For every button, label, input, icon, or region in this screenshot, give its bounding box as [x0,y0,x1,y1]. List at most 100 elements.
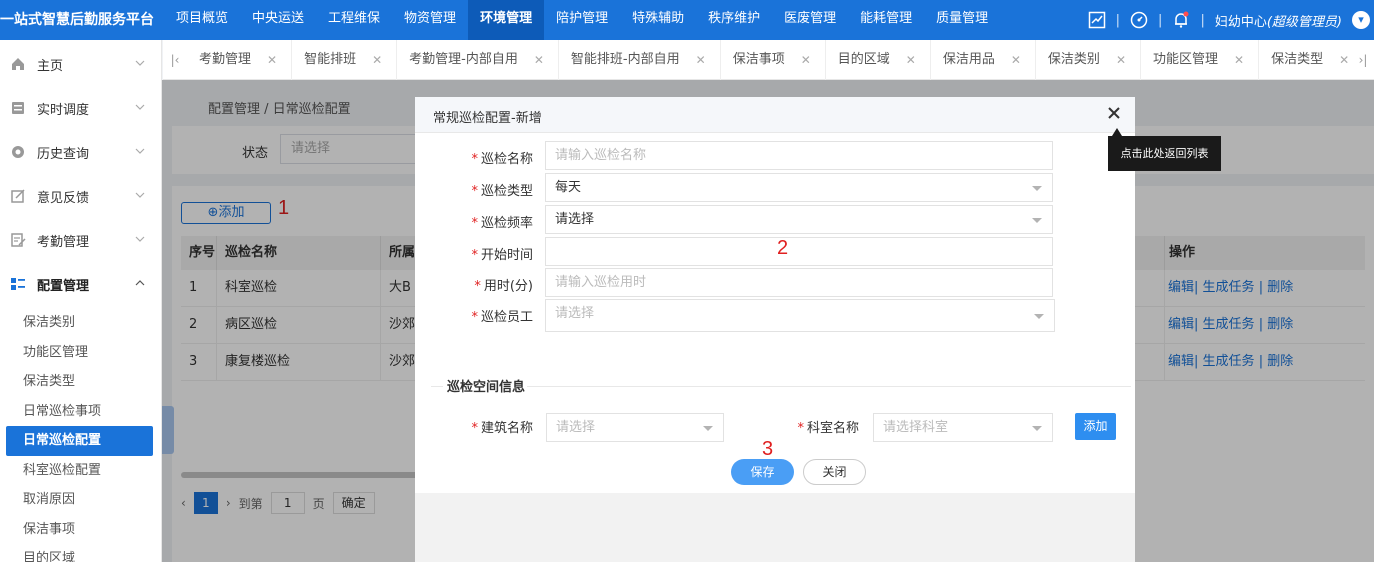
tab-functional-area[interactable]: 功能区管理 ✕ [1141,40,1260,80]
duration-input[interactable]: 请输入巡检用时 [545,268,1053,297]
tab-cleaning-supplies[interactable]: 保洁用品 ✕ [931,40,1036,80]
tab-smart-schedule[interactable]: 智能排班 ✕ [292,40,398,80]
dropdown-arrow-icon [1034,314,1044,319]
sidebar-item-home[interactable]: 主页 [0,42,161,86]
sidebar-item-feedback[interactable]: 意见反馈 [0,174,161,218]
close-icon[interactable]: ✕ [801,40,811,80]
dialog-title: 常规巡检配置-新增 [433,111,542,126]
sidebar-subitem-cleaning-items[interactable]: 保洁事项 [0,515,161,545]
start-time-input[interactable] [545,237,1053,266]
tab-label: 保洁用品 [942,52,995,67]
tab-attendance[interactable]: 考勤管理 ✕ [187,40,293,80]
sidebar-subitem-functional-area[interactable]: 功能区管理 [0,338,161,368]
chevron-down-icon[interactable]: ▾ [1352,11,1370,29]
nav-item-energy[interactable]: 能耗管理 [848,0,924,40]
user-org: 妇幼中心 [1214,14,1267,30]
nav-item-environment[interactable]: 环境管理 [468,0,545,40]
required-mark: * [471,184,478,199]
close-icon[interactable]: ✕ [372,40,382,80]
nav-item-transport[interactable]: 中央运送 [240,0,316,40]
divider: | [1115,12,1121,28]
close-icon[interactable]: ✕ [696,40,706,80]
tab-cleaning-type[interactable]: 保洁类型 ✕ [1259,40,1352,80]
back-to-list-tooltip: 点击此处返回列表 [1108,136,1221,171]
sidebar-item-label: 意见反馈 [37,190,90,206]
sidebar-item-label: 配置管理 [37,278,90,294]
sidebar-item-attendance[interactable]: 考勤管理 [0,218,161,262]
dept-select[interactable]: 请选择科室 [873,413,1053,442]
close-icon[interactable]: ✕ [534,40,544,80]
section-title-space-info: 巡检空间信息 [447,380,526,395]
close-icon[interactable] [1107,106,1121,120]
select-placeholder: 请选择 [555,306,595,321]
tab-cleaning-items[interactable]: 保洁事项 ✕ [721,40,826,80]
sidebar-item-label: 历史查询 [37,146,90,162]
history-icon [12,146,24,158]
select-placeholder: 请选择 [556,420,596,435]
sidebar-item-label: 考勤管理 [37,234,90,250]
dept-label: * 科室名称 [741,417,859,436]
nav-item-order[interactable]: 秩序维护 [696,0,772,40]
sidebar-subitem-cleaning-type[interactable]: 保洁类型 [0,367,161,397]
chevron-up-icon [135,280,145,286]
building-select[interactable]: 请选择 [546,413,724,442]
chart-icon[interactable] [1088,11,1106,29]
feedback-icon [11,189,25,203]
sidebar-item-label: 主页 [37,58,64,74]
tab-attendance-internal[interactable]: 考勤管理-内部自用 ✕ [397,40,559,80]
tab-target-area[interactable]: 目的区域 ✕ [826,40,931,80]
inspection-frequency-select[interactable]: 请选择 [545,205,1053,234]
add-space-button[interactable]: 添加 [1075,413,1116,440]
tab-scroll-right-icon[interactable]: ›| [1352,40,1374,80]
label-text: 科室名称 [806,421,859,436]
close-icon[interactable]: ✕ [906,40,916,80]
close-icon[interactable]: ✕ [1234,40,1244,80]
tab-scroll-left-icon[interactable]: |‹ [163,40,187,80]
tab-cleaning-category[interactable]: 保洁类别 ✕ [1036,40,1141,80]
nav-item-medical-waste[interactable]: 医废管理 [772,0,848,40]
nav-item-quality[interactable]: 质量管理 [924,0,1000,40]
sidebar-subitem-cleaning-category[interactable]: 保洁类别 [0,308,161,338]
inspection-type-select[interactable]: 每天 [545,173,1053,202]
sidebar-subitem-cancel-reason[interactable]: 取消原因 [0,485,161,515]
dispatch-icon [12,102,24,114]
nav-item-overview[interactable]: 项目概览 [164,0,240,40]
dialog-body: * 巡检名称 请输入巡检名称 * 巡检类型 每天 * 巡检频率 请选择 * 开始时间 2… [415,133,1135,493]
staff-select[interactable]: 请选择 [545,299,1055,332]
close-icon[interactable]: ✕ [1116,40,1126,80]
nav-item-maintenance[interactable]: 工程维保 [316,0,392,40]
close-icon[interactable]: ✕ [1011,40,1021,80]
sidebar-subitem-inspection-items[interactable]: 日常巡检事项 [0,397,161,427]
dashboard-icon[interactable] [1130,11,1148,29]
tab-label: 保洁类型 [1271,52,1324,67]
inspection-type-label: * 巡检类型 [415,180,533,199]
user-name[interactable]: 妇幼中心(超级管理员) [1215,11,1342,30]
nav-item-special-aid[interactable]: 特殊辅助 [620,0,696,40]
sidebar-item-history[interactable]: 历史查询 [0,130,161,174]
inspection-name-input[interactable]: 请输入巡检名称 [545,141,1053,170]
nav-item-escort[interactable]: 陪护管理 [544,0,620,40]
required-mark: * [471,421,478,436]
nav-item-materials[interactable]: 物资管理 [392,0,468,40]
close-icon[interactable]: ✕ [267,40,277,80]
sidebar-subitem-target-area[interactable]: 目的区域 [0,544,161,562]
required-mark: * [471,152,478,167]
tab-label: 考勤管理-内部自用 [409,52,518,67]
tab-label: 智能排班-内部自用 [570,52,680,67]
annotation-marker-3: 3 [762,438,774,460]
sidebar-item-config[interactable]: 配置管理 [0,262,161,306]
close-button[interactable]: 关闭 [803,459,866,485]
tab-smart-schedule-internal[interactable]: 智能排班-内部自用 ✕ [559,40,721,80]
dropdown-arrow-icon [1032,218,1042,223]
tab-label: 保洁类别 [1047,52,1100,67]
close-icon[interactable]: ✕ [1339,40,1349,80]
dialog-header: 常规巡检配置-新增 [415,97,1135,133]
staff-label: * 巡检员工 [415,306,533,325]
sidebar-subitem-dept-inspection[interactable]: 科室巡检配置 [0,456,161,486]
bell-icon[interactable] [1172,11,1190,29]
save-button[interactable]: 保存 [731,459,794,485]
chevron-down-icon [135,60,145,66]
dropdown-arrow-icon [703,426,713,431]
sidebar-subitem-inspection-config[interactable]: 日常巡检配置 [6,426,153,456]
sidebar-item-dispatch[interactable]: 实时调度 [0,86,161,130]
